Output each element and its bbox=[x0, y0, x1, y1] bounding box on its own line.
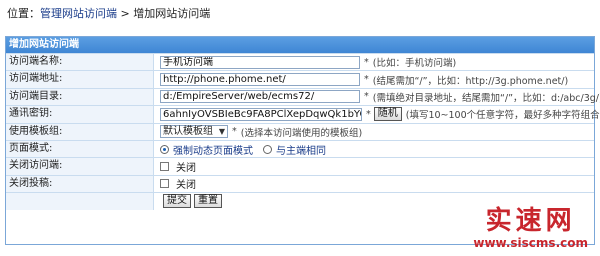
close-contrib-checkbox[interactable] bbox=[160, 179, 169, 189]
submit-button[interactable]: 提交 bbox=[163, 194, 191, 209]
breadcrumb-separator: > bbox=[117, 7, 134, 20]
close-contrib-label: 关闭投稿: bbox=[6, 175, 154, 193]
dir-input[interactable]: d:/EmpireServer/web/ecms72/ bbox=[160, 90, 360, 104]
dir-label: 访问端目录: bbox=[6, 88, 154, 106]
required-mark: * bbox=[232, 126, 237, 138]
template-selected-value: 默认模板组 bbox=[163, 126, 213, 138]
row-template: 使用模板组: 默认模板组 ▼ * (选择本访问端使用的模板组) bbox=[6, 122, 594, 140]
mode-option-dynamic-label[interactable]: 强制动态页面模式 bbox=[173, 142, 253, 157]
close-site-text: 关闭 bbox=[176, 163, 196, 175]
row-dir: 访问端目录: d:/EmpireServer/web/ecms72/ * (需填… bbox=[6, 87, 600, 106]
mode-label: 页面模式: bbox=[6, 140, 154, 158]
name-label: 访问端名称: bbox=[6, 54, 154, 71]
mode-radio-same[interactable] bbox=[263, 144, 272, 154]
dir-hint: (需填绝对目录地址，结尾需加“/”，比如：d:/abc/3g/) bbox=[372, 92, 600, 104]
key-hint: (填写10~100个任意字符，最好多种字符组合) bbox=[405, 110, 600, 122]
row-close-site: 关闭访问端: 关闭 bbox=[6, 157, 594, 175]
required-mark: * bbox=[366, 108, 371, 120]
name-input[interactable]: 手机访问端 bbox=[160, 55, 360, 69]
breadcrumb-current: 增加网站访问端 bbox=[133, 7, 211, 20]
template-select[interactable]: 默认模板组 ▼ bbox=[160, 125, 228, 139]
breadcrumb-link-manage[interactable]: 管理网站访问端 bbox=[40, 7, 117, 20]
row-key: 通讯密钥: 6ahnIyOVSBIeBc9FA8PClXepDqwQk1bYOH… bbox=[6, 105, 600, 123]
random-key-button[interactable]: 随机 bbox=[373, 107, 402, 122]
required-mark: * bbox=[364, 56, 369, 68]
mode-option-same-label[interactable]: 与主端相同 bbox=[276, 142, 326, 157]
close-contrib-text: 关闭 bbox=[176, 180, 196, 192]
required-mark: * bbox=[364, 91, 369, 103]
row-close-contrib: 关闭投稿: 关闭 bbox=[6, 174, 594, 193]
key-input[interactable]: 6ahnIyOVSBIeBc9FA8PClXepDqwQk1bYOHMR7uII bbox=[160, 107, 362, 121]
breadcrumb: 位置：管理网站访问端 > 增加网站访问端 bbox=[7, 5, 210, 21]
template-label: 使用模板组: bbox=[6, 123, 154, 140]
template-hint: (选择本访问端使用的模板组) bbox=[240, 127, 363, 139]
url-label: 访问端地址: bbox=[6, 71, 154, 88]
panel-title: 增加网站访问端 bbox=[6, 37, 594, 53]
watermark-url: www.siscms.com bbox=[473, 236, 588, 250]
name-hint: (比如：手机访问端) bbox=[372, 58, 457, 70]
mode-radio-dynamic[interactable] bbox=[160, 144, 169, 154]
key-label: 通讯密钥: bbox=[6, 106, 154, 123]
url-input[interactable]: http://phone.phome.net/ bbox=[160, 73, 360, 87]
row-url: 访问端地址: http://phone.phome.net/ * (结尾需加“/… bbox=[6, 70, 594, 88]
watermark-logo: 实速网 www.siscms.com bbox=[473, 206, 588, 250]
required-mark: * bbox=[364, 74, 369, 86]
url-hint: (结尾需加“/”，比如：http://3g.phome.net/) bbox=[372, 75, 569, 87]
watermark-title: 实速网 bbox=[485, 206, 576, 236]
close-site-checkbox[interactable] bbox=[160, 162, 169, 172]
actions-spacer bbox=[6, 193, 154, 210]
close-site-label: 关闭访问端: bbox=[6, 158, 154, 175]
row-name: 访问端名称: 手机访问端 * (比如：手机访问端) bbox=[6, 53, 594, 71]
row-mode: 页面模式: 强制动态页面模式 与主端相同 bbox=[6, 139, 594, 158]
reset-button[interactable]: 重置 bbox=[194, 194, 222, 209]
breadcrumb-prefix: 位置： bbox=[7, 7, 40, 20]
chevron-down-icon: ▼ bbox=[218, 127, 225, 137]
